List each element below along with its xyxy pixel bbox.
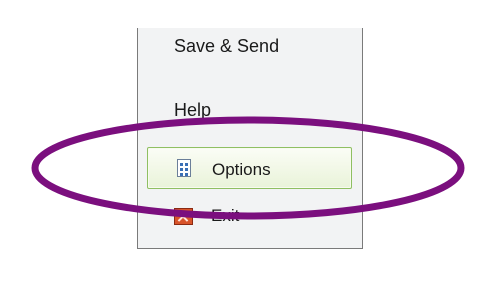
highlight-ellipse	[31, 116, 465, 220]
highlight-annotation	[31, 116, 465, 220]
